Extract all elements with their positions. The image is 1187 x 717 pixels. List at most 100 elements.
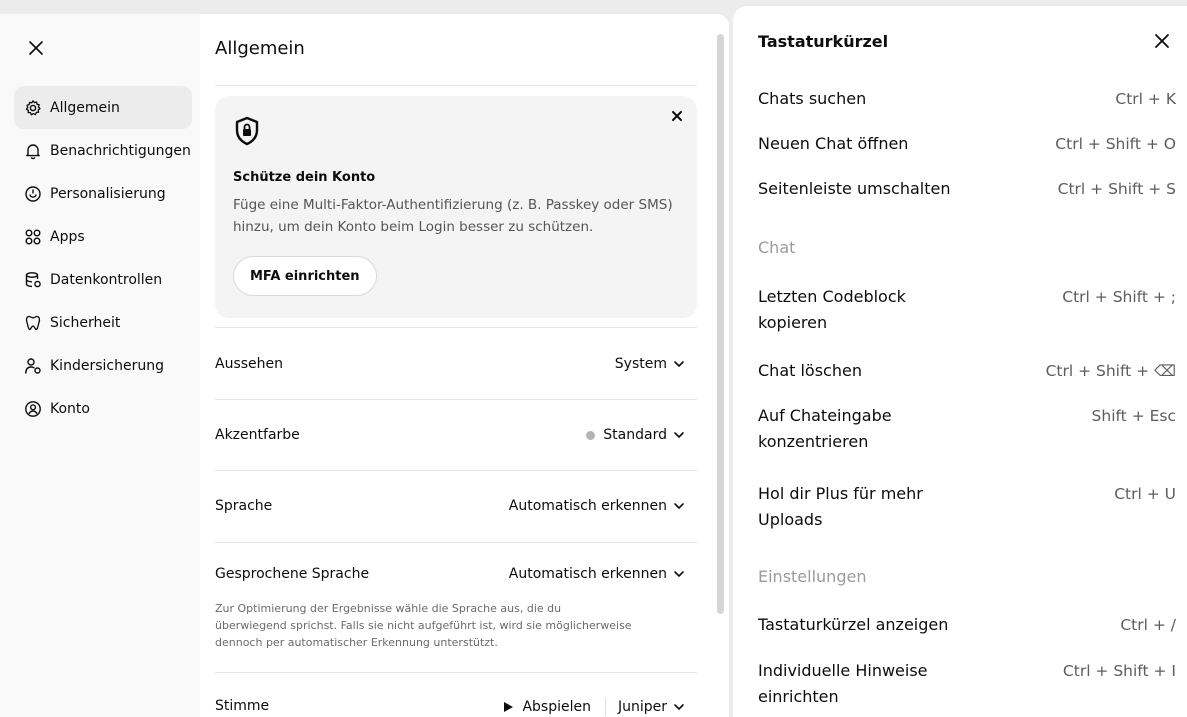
appearance-row: Aussehen System bbox=[215, 356, 697, 376]
language-select[interactable]: Automatisch erkennen bbox=[509, 498, 685, 514]
mfa-setup-button[interactable]: MFA einrichten bbox=[233, 256, 377, 296]
spoken-language-row: Gesprochene Sprache Automatisch erkennen bbox=[215, 566, 697, 586]
shortcut-keys: Ctrl + / bbox=[1120, 616, 1176, 634]
shortcut-label: Individuelle Hinweise einrichten bbox=[758, 661, 928, 706]
scrollbar-thumb[interactable] bbox=[717, 34, 724, 614]
sidebar-item-apps[interactable]: Apps bbox=[14, 215, 192, 258]
spoken-language-select[interactable]: Automatisch erkennen bbox=[509, 566, 685, 582]
sidebar-item-kindersicherung[interactable]: Kindersicherung bbox=[14, 344, 192, 387]
sidebar-item-sicherheit[interactable]: Sicherheit bbox=[14, 301, 192, 344]
chevron-down-icon bbox=[674, 571, 684, 578]
close-icon bbox=[29, 41, 43, 55]
section-heading-chat: Chat bbox=[758, 238, 796, 257]
sidebar-item-label: Datenkontrollen bbox=[50, 271, 163, 288]
shortcut-keys: Ctrl + Shift + I bbox=[1062, 662, 1176, 680]
shortcut-keys: Ctrl + Shift + ; bbox=[1062, 288, 1176, 306]
mfa-card: Schütze dein Konto Füge eine Multi-Fakto… bbox=[215, 96, 697, 318]
shortcut-keys: Ctrl + K bbox=[1115, 90, 1176, 108]
shield-lock-icon bbox=[235, 116, 259, 146]
sidebar-item-label: Konto bbox=[50, 400, 90, 417]
settings-content: Allgemein Schütze dein Konto Füge eine M… bbox=[215, 14, 697, 717]
accent-color-dot bbox=[586, 430, 596, 440]
scrollbar bbox=[717, 34, 725, 714]
section-heading-settings: Einstellungen bbox=[758, 567, 867, 586]
voice-controls: Abspielen Juniper bbox=[502, 698, 685, 716]
mfa-dismiss-button[interactable] bbox=[669, 108, 685, 124]
shortcuts-dialog: Tastaturkürzel Chats suchen Ctrl + K Neu… bbox=[733, 6, 1187, 717]
appearance-select[interactable]: System bbox=[615, 356, 685, 372]
sidebar-item-label: Allgemein bbox=[50, 99, 120, 116]
accent-color-select[interactable]: Standard bbox=[586, 427, 685, 443]
shortcut-keys: Ctrl + Shift + O bbox=[1055, 135, 1176, 153]
voice-play-label: Abspielen bbox=[522, 699, 591, 715]
shortcut-keys: Shift + Esc bbox=[1091, 407, 1176, 425]
parental-control-icon bbox=[25, 357, 41, 374]
mfa-description: Füge eine Multi-Faktor-Authentifizierung… bbox=[233, 197, 673, 235]
divider bbox=[215, 672, 697, 673]
shortcut-label: Seitenleiste umschalten bbox=[758, 179, 951, 198]
screen: Allgemein Benachrichtigungen Personalisi… bbox=[0, 0, 1187, 717]
close-settings-button[interactable] bbox=[22, 34, 50, 62]
shortcut-label: Letzten Codeblock kopieren bbox=[758, 287, 906, 332]
accent-color-label: Akzentfarbe bbox=[215, 427, 300, 443]
shortcut-label: Chats suchen bbox=[758, 89, 867, 108]
spoken-language-label: Gesprochene Sprache bbox=[215, 566, 370, 582]
voice-play-button[interactable]: Abspielen bbox=[502, 699, 591, 715]
bell-icon bbox=[26, 143, 40, 159]
personalization-icon bbox=[25, 185, 41, 202]
sidebar-item-benachrichtigungen[interactable]: Benachrichtigungen bbox=[14, 129, 192, 172]
shortcut-label: Auf Chateingabe konzentrieren bbox=[758, 406, 892, 451]
shortcuts-title: Tastaturkürzel bbox=[758, 32, 889, 51]
voice-row: Stimme Abspielen Juniper bbox=[215, 698, 697, 717]
language-value: Automatisch erkennen bbox=[508, 498, 667, 514]
settings-sidebar: Allgemein Benachrichtigungen Personalisi… bbox=[0, 14, 200, 717]
chevron-down-icon bbox=[674, 704, 684, 711]
chevron-down-icon bbox=[674, 361, 684, 368]
appearance-value: System bbox=[614, 356, 667, 372]
sidebar-item-konto[interactable]: Konto bbox=[14, 387, 192, 430]
voice-value: Juniper bbox=[617, 699, 667, 715]
database-gear-icon bbox=[25, 271, 41, 287]
shortcut-label: Neuen Chat öffnen bbox=[758, 134, 909, 153]
language-label: Sprache bbox=[215, 498, 273, 514]
divider bbox=[215, 85, 697, 86]
divider bbox=[215, 399, 697, 400]
close-icon bbox=[672, 111, 682, 121]
close-shortcuts-button[interactable] bbox=[1151, 30, 1173, 52]
divider bbox=[215, 470, 697, 471]
page-title: Allgemein bbox=[215, 38, 305, 59]
shortcut-label: Tastaturkürzel anzeigen bbox=[758, 615, 949, 634]
settings-nav: Allgemein Benachrichtigungen Personalisi… bbox=[14, 86, 192, 430]
chevron-down-icon bbox=[674, 432, 684, 439]
sidebar-item-label: Kindersicherung bbox=[50, 357, 164, 374]
sidebar-item-label: Apps bbox=[50, 228, 85, 245]
spoken-language-hint: Zur Optimierung der Ergebnisse wähle die… bbox=[215, 602, 632, 649]
accent-color-value: Standard bbox=[603, 427, 667, 443]
voice-select[interactable]: Juniper bbox=[618, 699, 685, 715]
shortcut-keys: Ctrl + U bbox=[1114, 485, 1176, 503]
shortcut-keys: Ctrl + Shift + S bbox=[1057, 180, 1176, 198]
shortcut-keys: Ctrl + Shift + ⌫ bbox=[1045, 362, 1176, 380]
divider bbox=[604, 698, 606, 716]
spoken-language-value: Automatisch erkennen bbox=[508, 566, 667, 582]
sidebar-item-allgemein[interactable]: Allgemein bbox=[14, 86, 192, 129]
sidebar-item-label: Benachrichtigungen bbox=[50, 142, 191, 159]
gear-icon bbox=[25, 99, 41, 115]
sidebar-item-label: Personalisierung bbox=[50, 185, 166, 202]
sidebar-item-datenkontrollen[interactable]: Datenkontrollen bbox=[14, 258, 192, 301]
apps-grid-icon bbox=[25, 229, 41, 244]
divider bbox=[215, 542, 697, 543]
appearance-label: Aussehen bbox=[215, 356, 284, 372]
shortcut-label: Hol dir Plus für mehr Uploads bbox=[758, 484, 923, 529]
chevron-down-icon bbox=[674, 503, 684, 510]
shortcut-label: Chat löschen bbox=[758, 361, 862, 380]
mfa-heading: Schütze dein Konto bbox=[233, 170, 376, 185]
accent-color-row: Akzentfarbe Standard bbox=[215, 427, 697, 447]
language-row: Sprache Automatisch erkennen bbox=[215, 498, 697, 518]
close-icon bbox=[1155, 34, 1169, 48]
sidebar-item-label: Sicherheit bbox=[50, 314, 121, 331]
sidebar-item-personalisierung[interactable]: Personalisierung bbox=[14, 172, 192, 215]
play-icon bbox=[504, 702, 514, 712]
divider bbox=[215, 327, 697, 328]
security-icon bbox=[25, 315, 41, 330]
